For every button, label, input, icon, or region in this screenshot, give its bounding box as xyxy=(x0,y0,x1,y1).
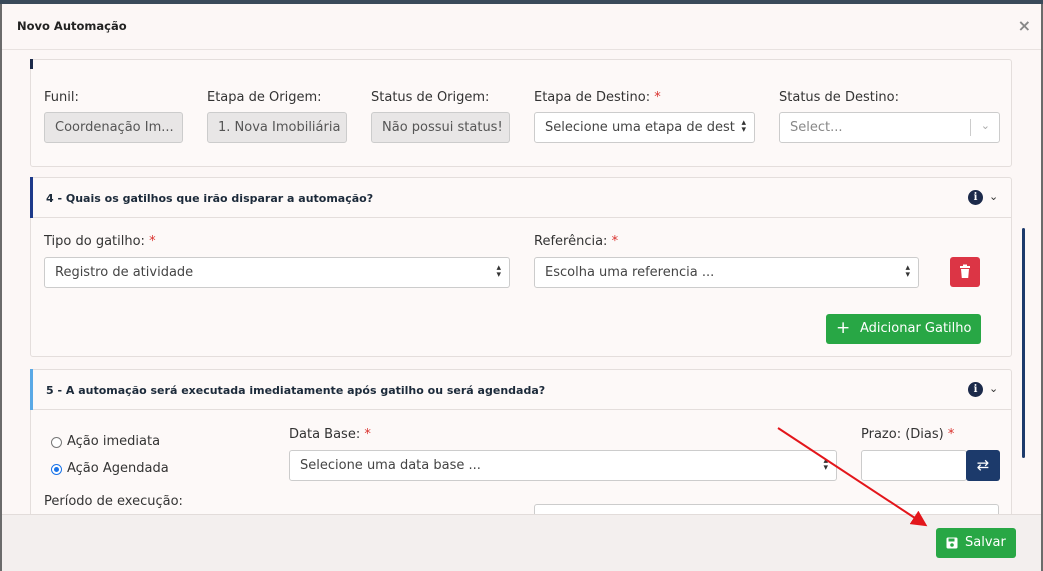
status-destino-label: Status de Destino: xyxy=(779,90,900,105)
etapa-destino-select[interactable]: Selecione uma etapa de dest ▴ ▾ xyxy=(534,112,755,143)
referencia-value: Escolha uma referencia ... xyxy=(545,265,715,280)
chevron-down-icon[interactable]: ⌄ xyxy=(989,190,999,203)
status-origem-field: Não possui status! xyxy=(371,112,510,143)
section-accent-bar xyxy=(30,177,33,218)
data-base-label: Data Base: * xyxy=(289,427,371,442)
tipo-gatilho-select[interactable]: Registro de atividade ▴ ▾ xyxy=(44,257,510,288)
radio-acao-agendada[interactable] xyxy=(51,464,62,475)
modal-title: Novo Automação xyxy=(17,19,127,33)
chevron-down-icon: ⌄ xyxy=(980,119,990,132)
modal-footer: Salvar xyxy=(2,514,1041,571)
etapa-destino-value: Selecione uma etapa de dest xyxy=(545,120,735,135)
swap-icon[interactable]: ⇄ xyxy=(966,450,1000,481)
close-icon[interactable]: × xyxy=(1018,16,1031,35)
etapa-origem-field: 1. Nova Imobiliária xyxy=(207,112,347,143)
section-accent-bar xyxy=(30,369,33,410)
data-base-select[interactable]: Selecione uma data base ... ▴ ▾ xyxy=(289,450,837,481)
status-destino-placeholder: Select... xyxy=(790,120,843,135)
scrollbar-thumb[interactable] xyxy=(1022,228,1025,458)
delete-trigger-button[interactable] xyxy=(950,257,980,287)
required-marker: * xyxy=(947,427,955,442)
prazo-label: Prazo: (Dias) * xyxy=(861,427,954,442)
trigger-section-card: 4 - Quais os gatilhos que irão disparar … xyxy=(30,177,1012,357)
trigger-section-title: 4 - Quais os gatilhos que irão disparar … xyxy=(46,192,374,205)
save-icon xyxy=(946,537,958,549)
referencia-label: Referência: * xyxy=(534,234,618,249)
acao-imediata-label[interactable]: Ação imediata xyxy=(67,434,160,449)
select-arrows-icon: ▴ ▾ xyxy=(823,456,828,473)
periodo-field[interactable] xyxy=(534,504,999,514)
origin-destination-card: Funil: Coordenação Im... Etapa de Origem… xyxy=(30,59,1012,167)
select-separator xyxy=(970,119,971,136)
select-arrows-icon: ▴ ▾ xyxy=(905,263,910,280)
modal-header: Novo Automação × xyxy=(2,4,1041,50)
chevron-down-icon[interactable]: ⌄ xyxy=(989,382,999,395)
etapa-destino-label-text: Etapa de Destino: xyxy=(534,90,651,105)
required-marker: * xyxy=(654,90,661,105)
funil-field: Coordenação Im... xyxy=(44,112,183,143)
required-marker: * xyxy=(611,234,619,249)
tipo-gatilho-label: Tipo do gatilho: * xyxy=(44,234,156,249)
tipo-gatilho-label-text: Tipo do gatilho: xyxy=(44,234,145,249)
save-button[interactable]: Salvar xyxy=(936,528,1016,558)
tipo-gatilho-value: Registro de atividade xyxy=(55,265,194,280)
select-arrows-icon: ▴ ▾ xyxy=(496,263,501,280)
info-icon[interactable]: i xyxy=(968,382,983,397)
status-origem-label: Status de Origem: xyxy=(371,90,490,105)
save-label: Salvar xyxy=(965,535,1006,550)
funil-label: Funil: xyxy=(44,90,79,105)
schedule-section-title: 5 - A automação será executada imediatam… xyxy=(46,384,546,397)
acao-agendada-label[interactable]: Ação Agendada xyxy=(67,461,169,476)
automation-modal: Novo Automação × Funil: Coordenação Im..… xyxy=(2,4,1041,571)
referencia-label-text: Referência: xyxy=(534,234,608,249)
etapa-origem-label: Etapa de Origem: xyxy=(207,90,322,105)
data-base-value: Selecione uma data base ... xyxy=(300,458,481,473)
add-trigger-button[interactable]: + Adicionar Gatilho xyxy=(826,314,981,344)
data-base-label-text: Data Base: xyxy=(289,427,361,442)
etapa-destino-label: Etapa de Destino: * xyxy=(534,90,661,105)
status-destino-select[interactable]: Select... ⌄ xyxy=(779,112,1000,143)
info-icon[interactable]: i xyxy=(968,190,983,205)
required-marker: * xyxy=(364,427,371,442)
add-trigger-label: Adicionar Gatilho xyxy=(860,321,972,336)
prazo-label-text: Prazo: (Dias) xyxy=(861,427,944,442)
select-arrows-icon: ▴ ▾ xyxy=(741,118,746,135)
radio-acao-imediata[interactable] xyxy=(51,437,62,448)
trigger-section-header[interactable]: 4 - Quais os gatilhos que irão disparar … xyxy=(30,177,1011,218)
schedule-section-card: 5 - A automação será executada imediatam… xyxy=(30,369,1012,514)
periodo-label: Período de execução: xyxy=(44,494,183,509)
schedule-section-header[interactable]: 5 - A automação será executada imediatam… xyxy=(30,369,1011,410)
trash-icon xyxy=(960,264,970,278)
plus-icon: + xyxy=(836,318,851,338)
modal-body[interactable]: Funil: Coordenação Im... Etapa de Origem… xyxy=(2,51,1041,514)
required-marker: * xyxy=(149,234,156,249)
referencia-select[interactable]: Escolha uma referencia ... ▴ ▾ xyxy=(534,257,919,288)
prazo-input[interactable] xyxy=(861,450,967,481)
card-accent xyxy=(30,59,33,69)
